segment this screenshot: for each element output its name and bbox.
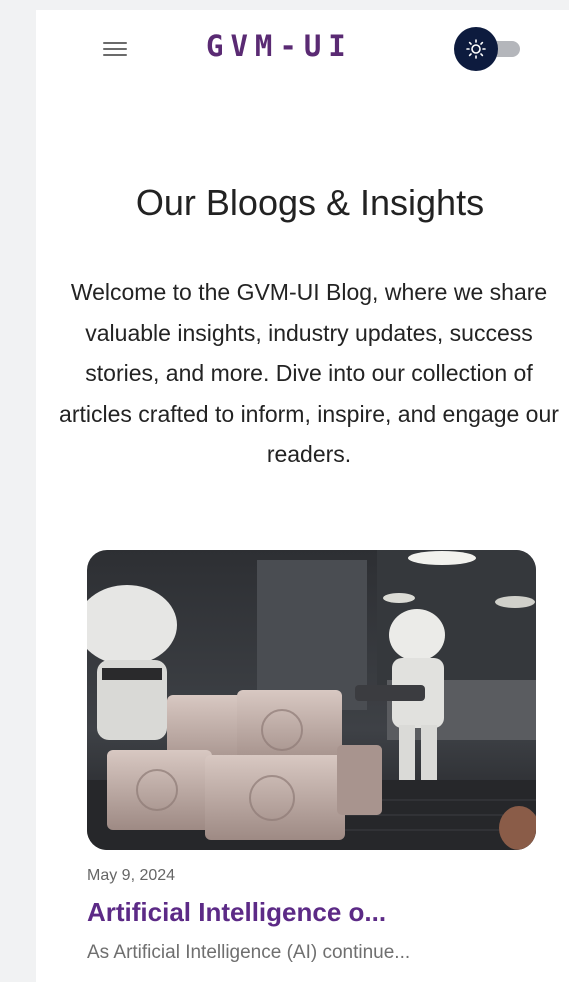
toggle-knob: [454, 27, 498, 71]
intro-description: Welcome to the GVM-UI Blog, where we sha…: [59, 279, 559, 467]
site-header: GVM-UI: [36, 10, 569, 84]
page-title: Our Bloogs & Insights: [135, 182, 485, 223]
blog-post-title[interactable]: Artificial Intelligence o...: [87, 897, 386, 928]
blog-post-card[interactable]: May 9, 2024 Artificial Intelligence o...…: [87, 550, 536, 982]
blog-post-image[interactable]: [87, 550, 536, 850]
sun-icon: [466, 39, 486, 59]
page: GVM-UI Our Bloogs & Insights Welcome to …: [36, 10, 569, 982]
hamburger-menu-icon[interactable]: [103, 41, 128, 57]
blog-post-excerpt: As Artificial Intelligence (AI) continue…: [87, 942, 411, 963]
site-logo[interactable]: GVM-UI: [206, 29, 353, 63]
blog-post-date: May 9, 2024: [87, 867, 176, 884]
theme-toggle[interactable]: [454, 27, 522, 73]
